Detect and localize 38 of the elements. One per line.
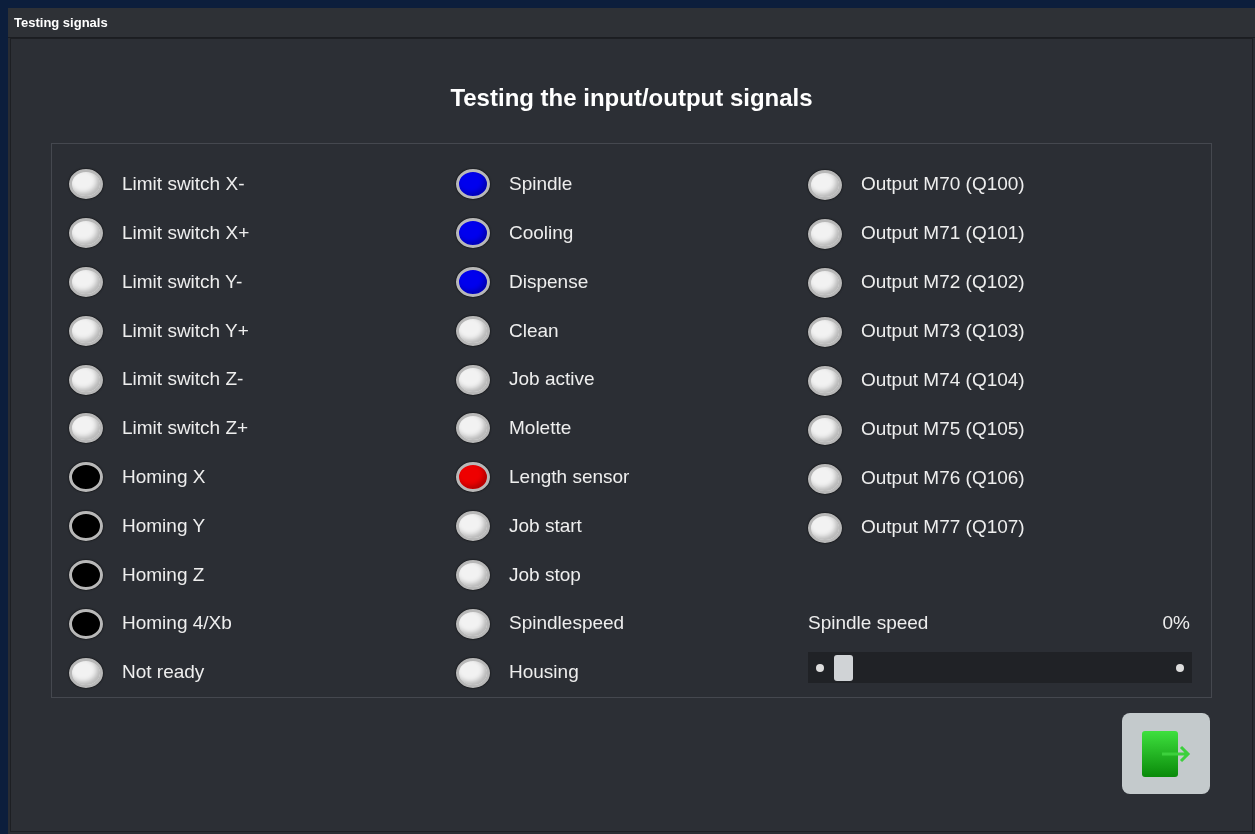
spindle-speed-reading: 0% [1162, 611, 1190, 635]
signal-label: Housing [509, 660, 579, 685]
signal-label: Homing Y [122, 513, 206, 538]
signal-label: Clean [509, 318, 559, 343]
signal-label: Homing Z [122, 562, 205, 587]
signal-label: Limit switch X- [122, 172, 245, 197]
signal-label: Output M70 (Q100) [861, 172, 1025, 197]
signal-label: Spindle [509, 172, 573, 197]
signal-label: Limit switch Z+ [122, 416, 249, 441]
signal-label: Output M76 (Q106) [861, 466, 1025, 491]
spindle-speed-label: Spindle speed [808, 611, 929, 635]
window-title: Testing signals [14, 13, 108, 32]
signal-label: Limit switch Y- [122, 269, 243, 294]
page-heading: Testing the input/output signals [450, 83, 813, 113]
signal-label: Output M77 (Q107) [861, 515, 1025, 540]
signal-label: Cooling [509, 220, 574, 245]
exit-button[interactable] [1122, 713, 1210, 794]
signal-label: Homing X [122, 465, 206, 490]
signal-label: Job start [509, 513, 582, 538]
signal-label: Limit switch X+ [122, 220, 250, 245]
signal-label: Output M71 (Q101) [861, 221, 1025, 246]
signal-label: Molette [509, 416, 572, 441]
signal-label: Length sensor [509, 465, 630, 490]
signal-label: Output M73 (Q103) [861, 319, 1025, 344]
signal-label: Dispense [509, 269, 589, 294]
signal-label: Output M72 (Q102) [861, 270, 1025, 295]
signal-label: Homing 4/Xb [122, 611, 232, 636]
signal-label: Limit switch Y+ [122, 318, 249, 343]
signal-label: Not ready [122, 660, 205, 685]
track-end-icon [1176, 663, 1184, 672]
slider-thumb[interactable] [833, 654, 853, 681]
signal-label: Job active [509, 367, 595, 392]
signal-label: Spindlespeed [509, 611, 625, 636]
signal-label: Output M75 (Q105) [861, 417, 1025, 442]
signal-label: Job stop [509, 562, 581, 587]
signal-label: Limit switch Z- [122, 367, 244, 392]
signal-label: Output M74 (Q104) [861, 368, 1025, 393]
track-end-icon [816, 663, 824, 672]
